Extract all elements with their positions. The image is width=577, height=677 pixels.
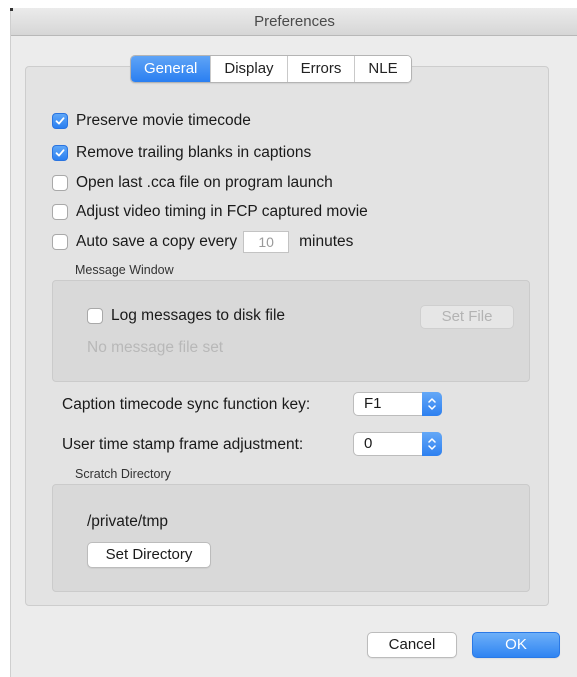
frame-adjust-value: 0: [364, 435, 373, 452]
message-window-box: [52, 280, 530, 382]
log-messages-option[interactable]: Log messages to disk file: [87, 307, 285, 325]
scratch-directory-box: [52, 484, 530, 592]
scratch-directory-path: /private/tmp: [87, 513, 168, 530]
auto-save-minutes-label: minutes: [299, 233, 354, 250]
log-messages-checkbox[interactable]: [87, 308, 103, 324]
sync-key-select[interactable]: F1: [353, 392, 442, 416]
tab-nle[interactable]: NLE: [354, 56, 411, 82]
auto-save-option[interactable]: Auto save a copy every 10 minutes: [52, 231, 353, 253]
message-file-status: No message file set: [87, 339, 224, 356]
cancel-button[interactable]: Cancel: [367, 632, 457, 658]
open-last-label: Open last .cca file on program launch: [76, 174, 333, 191]
frame-adjust-label: User time stamp frame adjustment:: [62, 436, 304, 453]
preserve-timecode-option[interactable]: Preserve movie timecode: [52, 112, 251, 130]
checkmark-icon: [55, 117, 65, 125]
set-directory-button[interactable]: Set Directory: [87, 542, 211, 568]
remove-trailing-option[interactable]: Remove trailing blanks in captions: [52, 144, 311, 162]
scratch-directory-title: Scratch Directory: [75, 467, 171, 481]
checkmark-icon: [55, 149, 65, 157]
set-file-button[interactable]: Set File: [420, 305, 514, 329]
frame-adjust-select[interactable]: 0: [353, 432, 442, 456]
remove-trailing-checkbox[interactable]: [52, 145, 68, 161]
ok-button[interactable]: OK: [472, 632, 560, 658]
tab-display[interactable]: Display: [210, 56, 287, 82]
open-last-checkbox[interactable]: [52, 175, 68, 191]
tab-general[interactable]: General: [131, 56, 211, 82]
preserve-timecode-checkbox[interactable]: [52, 113, 68, 129]
auto-save-minutes-field[interactable]: 10: [243, 231, 290, 253]
message-window-title: Message Window: [75, 263, 174, 277]
adjust-video-option[interactable]: Adjust video timing in FCP captured movi…: [52, 203, 527, 221]
log-messages-label: Log messages to disk file: [111, 307, 286, 324]
sync-key-label: Caption timecode sync function key:: [62, 396, 311, 413]
adjust-video-checkbox[interactable]: [52, 204, 68, 220]
window-corner-mark: [10, 8, 13, 11]
chevron-updown-icon: [422, 392, 442, 416]
tab-errors[interactable]: Errors: [286, 56, 355, 82]
adjust-video-label: Adjust video timing in FCP captured movi…: [76, 203, 368, 220]
preserve-timecode-label: Preserve movie timecode: [76, 112, 251, 129]
remove-trailing-label: Remove trailing blanks in captions: [76, 144, 312, 161]
sync-key-value: F1: [364, 395, 382, 412]
open-last-option[interactable]: Open last .cca file on program launch: [52, 174, 333, 192]
chevron-updown-icon: [422, 432, 442, 456]
auto-save-checkbox[interactable]: [52, 234, 68, 250]
window-title: Preferences: [11, 8, 577, 36]
tab-bar: General Display Errors NLE: [130, 55, 412, 83]
auto-save-label: Auto save a copy every: [76, 233, 238, 250]
